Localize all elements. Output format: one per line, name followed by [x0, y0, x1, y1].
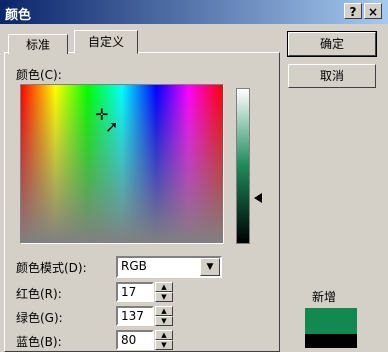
ok-button[interactable]: 确定 [287, 31, 377, 57]
title-bar: 颜色 ? × [0, 0, 388, 24]
blue-input[interactable]: 80 [116, 330, 154, 350]
blue-label: 蓝色(B): [16, 335, 62, 349]
blue-spinner[interactable]: ▲ ▼ [155, 330, 173, 350]
close-icon[interactable]: × [364, 3, 382, 19]
help-icon[interactable]: ? [344, 3, 362, 19]
spin-down-icon[interactable]: ▼ [155, 316, 173, 326]
current-color-swatch [305, 334, 357, 348]
green-spinner[interactable]: ▲ ▼ [155, 306, 173, 326]
cancel-button[interactable]: 取消 [288, 64, 376, 88]
spin-down-icon[interactable]: ▼ [155, 292, 173, 302]
spin-down-icon[interactable]: ▼ [155, 340, 173, 350]
color-model-value: RGB [121, 259, 147, 273]
tab-standard[interactable]: 标准 [8, 34, 68, 54]
red-value: 17 [121, 285, 137, 299]
pointer-icon: ➚ [105, 117, 119, 136]
red-label: 红色(R): [16, 287, 62, 301]
color-model-label: 颜色模式(D): [16, 261, 87, 275]
colors-label: 颜色(C): [16, 68, 62, 82]
spectrum-saturation [21, 85, 223, 243]
green-label: 绿色(G): [16, 311, 63, 325]
tab-custom[interactable]: 自定义 [74, 30, 138, 54]
green-value: 137 [121, 309, 144, 323]
luminance-slider[interactable] [236, 88, 250, 244]
spin-up-icon[interactable]: ▲ [155, 282, 173, 292]
spin-up-icon[interactable]: ▲ [155, 306, 173, 316]
new-color-label: 新增 [312, 290, 337, 304]
slider-arrow-icon[interactable] [254, 193, 262, 203]
color-spectrum[interactable]: ✛ ➚ [20, 84, 224, 244]
dropdown-arrow-icon[interactable]: ▼ [200, 258, 220, 276]
spin-up-icon[interactable]: ▲ [155, 330, 173, 340]
blue-value: 80 [121, 333, 137, 347]
window-title: 颜色 [5, 8, 32, 23]
new-color-swatch [305, 308, 357, 334]
red-spinner[interactable]: ▲ ▼ [155, 282, 173, 302]
green-input[interactable]: 137 [116, 306, 154, 326]
red-input[interactable]: 17 [116, 282, 154, 302]
